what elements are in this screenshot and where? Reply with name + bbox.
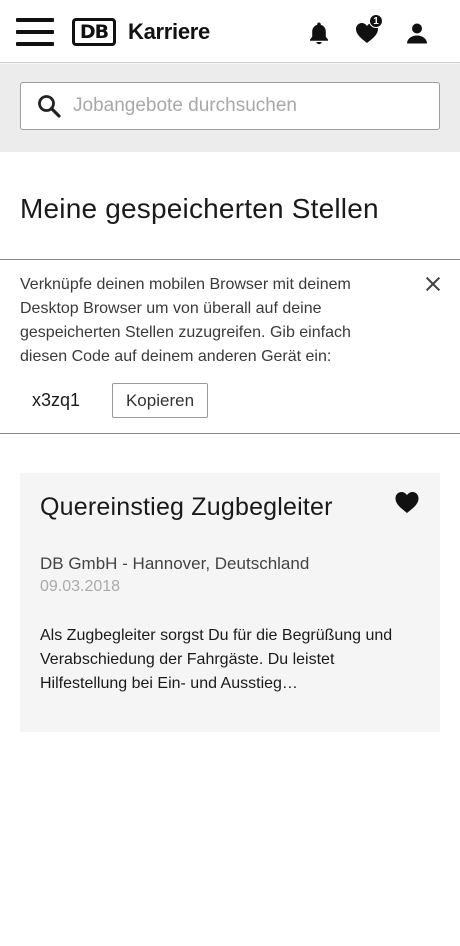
sync-info-text: Verknüpfe deinen mobilen Browser mit dei…	[20, 276, 351, 365]
job-date: 09.03.2018	[40, 578, 121, 595]
search-section	[0, 64, 460, 152]
job-company-location: DB GmbH - Hannover, Deutschland	[40, 554, 310, 573]
divider	[0, 433, 460, 434]
close-icon[interactable]	[424, 275, 442, 293]
search-icon	[38, 95, 61, 118]
top-bar: DB Karriere 1	[0, 0, 460, 63]
saved-jobs-heart-icon[interactable]: 1	[354, 14, 383, 46]
menu-icon[interactable]	[16, 18, 54, 46]
db-logo[interactable]: DB	[72, 18, 116, 46]
search-input[interactable]	[73, 83, 433, 129]
page-title: Meine gespeicherten Stellen	[20, 193, 379, 224]
copy-button[interactable]: Kopieren	[112, 383, 208, 418]
saved-count-badge: 1	[369, 14, 383, 28]
job-title[interactable]: Quereinstieg Zugbegleiter	[40, 493, 333, 522]
divider	[0, 259, 460, 260]
brand-title[interactable]: Karriere	[128, 19, 210, 45]
bell-icon[interactable]	[306, 20, 332, 46]
job-description: Als Zugbegleiter sorgst Du für die Begrü…	[40, 627, 393, 692]
search-box[interactable]	[20, 82, 440, 130]
sync-code: x3zq1	[32, 390, 81, 410]
heart-icon[interactable]	[394, 491, 420, 514]
user-icon[interactable]	[404, 20, 430, 46]
job-card[interactable]: Quereinstieg Zugbegleiter DB GmbH - Hann…	[20, 473, 440, 732]
logo-text: DB	[79, 21, 109, 43]
